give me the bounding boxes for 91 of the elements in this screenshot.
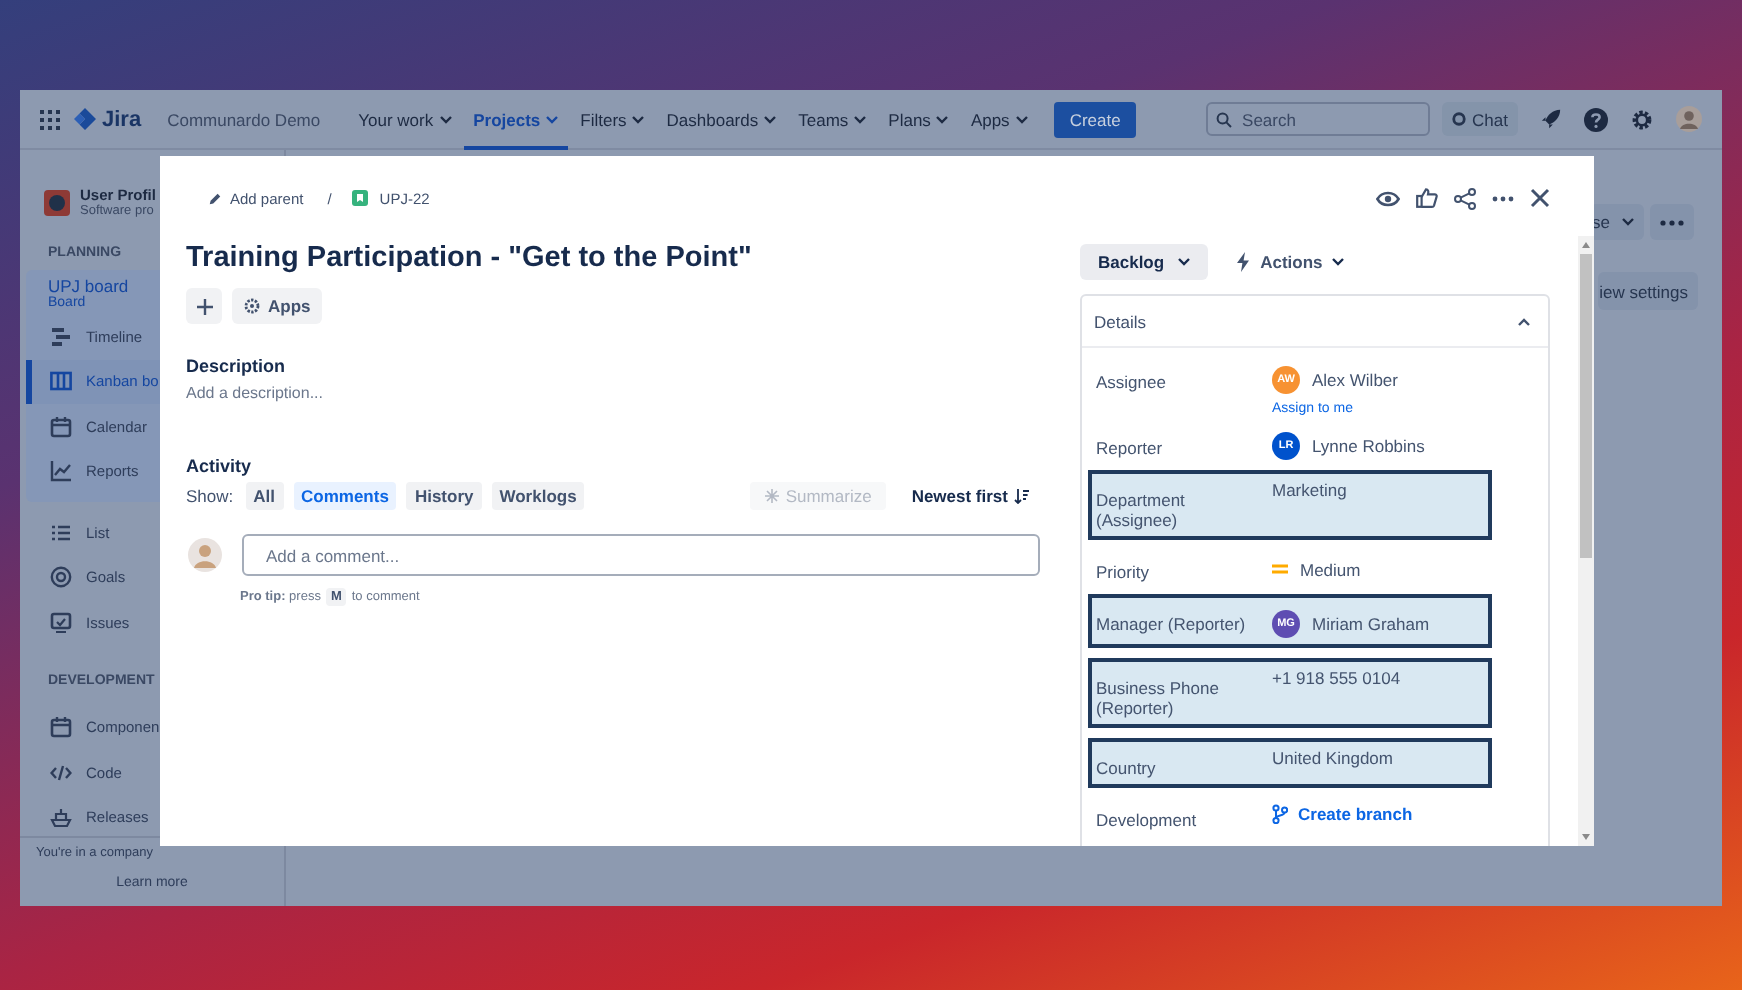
nav-menu[interactable]: Teams [788, 90, 877, 149]
caret-icon [936, 115, 949, 123]
caret-icon [1332, 258, 1345, 266]
field-value[interactable]: Alex Wilber [1312, 369, 1398, 389]
settings-icon[interactable] [1630, 107, 1654, 131]
nav-menu[interactable]: Dashboards [656, 90, 787, 149]
field-label: Assignee [1096, 370, 1168, 392]
sort-icon [1014, 488, 1030, 504]
details-heading[interactable]: Details [1094, 311, 1146, 331]
issue-title[interactable]: Training Participation - "Get to the Point" [186, 240, 1040, 276]
timeline-icon [50, 325, 72, 348]
code-icon [50, 761, 72, 784]
site-name: Communardo Demo [167, 109, 321, 129]
gear-icon [244, 298, 260, 314]
add-button[interactable] [186, 288, 222, 324]
show-label: Show: [186, 486, 234, 506]
chat-button[interactable]: Chat [1442, 102, 1518, 136]
boat-icon [50, 806, 72, 829]
field-label: Manager (Reporter) [1096, 612, 1248, 634]
field-label: Country [1096, 756, 1158, 778]
field-label: Business Phone (Reporter) [1096, 676, 1221, 718]
field-value[interactable]: Miriam Graham [1312, 613, 1430, 633]
user-avatar-icon [188, 538, 222, 572]
help-icon[interactable] [1584, 107, 1608, 131]
more-icon[interactable] [1492, 195, 1514, 201]
share-icon[interactable] [1454, 187, 1476, 209]
nav-menu[interactable]: Plans [878, 90, 959, 149]
field-label: Department (Assignee) [1096, 488, 1187, 530]
close-icon[interactable] [1530, 188, 1550, 208]
comment-input[interactable]: Add a comment... [242, 534, 1040, 576]
view-settings-button[interactable]: iew settings [1597, 272, 1698, 310]
nav-menu[interactable]: Projects [463, 90, 569, 149]
project-logo-icon [44, 189, 70, 215]
monitor-icon [50, 611, 72, 634]
field-value[interactable]: Marketing [1272, 474, 1484, 500]
chart-icon [50, 460, 72, 483]
create-branch-link[interactable]: Create branch [1272, 802, 1534, 824]
story-icon [351, 190, 368, 206]
activity-heading: Activity [186, 456, 254, 476]
caret-icon [764, 115, 777, 123]
field-value[interactable]: United Kingdom [1272, 742, 1484, 768]
caret-icon [1015, 115, 1028, 123]
nav-menu[interactable]: Apps [960, 90, 1038, 149]
activity-filter-tab[interactable]: Comments [293, 482, 397, 510]
nav-menu[interactable]: Filters [570, 90, 655, 149]
branch-icon [1272, 804, 1288, 824]
caret-icon [1622, 218, 1634, 226]
lightning-icon [1236, 252, 1251, 272]
apps-button[interactable]: Apps [232, 288, 323, 324]
eye-icon[interactable] [1376, 189, 1400, 207]
sparkle-icon [763, 488, 780, 504]
activity-filter-tab[interactable]: All [245, 482, 283, 510]
board-icon [50, 370, 72, 393]
more-button[interactable] [1650, 204, 1694, 240]
search-icon [1216, 111, 1233, 127]
caret-icon [632, 115, 645, 123]
thumbs-up-icon[interactable] [1416, 188, 1438, 208]
activity-filter-tab[interactable]: History [406, 482, 482, 510]
actions-dropdown[interactable]: Actions [1228, 244, 1353, 280]
status-dropdown[interactable]: Backlog [1080, 244, 1209, 280]
chevron-up-icon[interactable] [1518, 317, 1530, 325]
caret-icon [854, 115, 867, 123]
board-link[interactable]: UPJ board [48, 276, 129, 296]
caret-icon [439, 115, 452, 123]
calendar-icon [50, 415, 72, 438]
field-label: Development [1096, 808, 1199, 830]
field-value[interactable]: +1 918 555 0104 [1272, 662, 1484, 688]
nav-menu[interactable]: Your work [348, 90, 462, 149]
more-icon [1660, 219, 1684, 225]
scrollbar[interactable] [1578, 236, 1594, 846]
field-label: Reporter [1096, 436, 1165, 458]
field-value[interactable]: Medium [1300, 559, 1361, 579]
list-icon [50, 521, 72, 544]
field-value[interactable]: Lynne Robbins [1312, 435, 1425, 455]
sort-button[interactable]: Newest first [911, 486, 1040, 506]
circle-icon [1452, 112, 1467, 126]
app-grid-icon[interactable] [40, 109, 60, 129]
pencil-icon [208, 191, 222, 205]
double-bar-icon [1272, 564, 1288, 574]
search-field[interactable]: Search [1206, 102, 1431, 136]
create-button[interactable]: Create [1053, 101, 1137, 137]
caret-icon [1178, 258, 1191, 266]
field-label: Priority [1096, 560, 1151, 582]
caret-icon [546, 115, 559, 123]
description-heading: Description [186, 356, 288, 376]
logo-icon [74, 108, 96, 130]
product-name[interactable]: Jira [102, 107, 142, 131]
plus-icon [195, 297, 213, 315]
target-icon [50, 566, 72, 589]
activity-filter-tab[interactable]: Worklogs [491, 482, 585, 510]
rocket-icon[interactable] [1540, 108, 1562, 130]
